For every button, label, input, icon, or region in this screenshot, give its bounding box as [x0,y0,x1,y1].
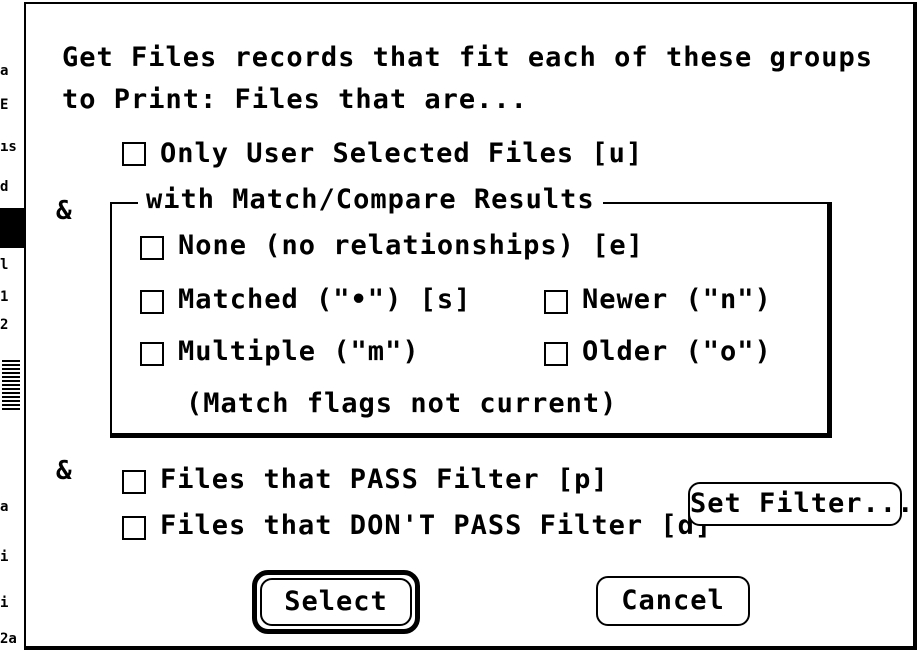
background-window-strip: a E ıs d l 1 2 a i i 2a [0,0,24,652]
and-symbol: & [56,456,73,486]
cancel-button[interactable]: Cancel [596,576,750,626]
background-fragment: d [0,179,9,195]
background-fragment: 2 [0,317,9,333]
newer-checkbox[interactable] [544,290,568,314]
multiple-checkbox[interactable] [140,342,164,366]
match-flags-note: (Match flags not current) [186,388,618,419]
background-selection-bar [0,208,24,248]
background-fragment: 2a [0,631,17,647]
background-fragment: l [0,257,9,273]
pass-filter-checkbox[interactable] [122,470,146,494]
background-fragment: 1 [0,289,9,305]
only-user-selected-label[interactable]: Only User Selected Files [u] [160,138,643,170]
older-checkbox[interactable] [544,342,568,366]
background-fragment: i [0,549,9,565]
dialog-heading-line1: Get Files records that fit each of these… [62,42,874,73]
background-fragment: a [0,63,9,79]
match-compare-group-title: with Match/Compare Results [138,184,603,216]
matched-checkbox[interactable] [140,290,164,314]
multiple-label[interactable]: Multiple ("m") [178,336,420,368]
and-symbol: & [56,196,73,226]
matched-label[interactable]: Matched ("•") [s] [178,284,471,316]
select-button[interactable]: Select [260,578,412,626]
dont-pass-filter-checkbox[interactable] [122,516,146,540]
background-fragment: i [0,595,9,611]
select-files-dialog: Get Files records that fit each of these… [24,2,917,650]
newer-label[interactable]: Newer ("n") [582,284,772,316]
background-hatch [2,360,20,410]
older-label[interactable]: Older ("o") [582,336,772,368]
dialog-heading-line2: to Print: Files that are... [62,84,528,115]
dont-pass-filter-label[interactable]: Files that DON'T PASS Filter [d] [160,510,712,542]
none-label[interactable]: None (no relationships) [e] [178,230,644,262]
background-fragment: E [0,97,9,113]
none-checkbox[interactable] [140,236,164,260]
pass-filter-label[interactable]: Files that PASS Filter [p] [160,464,609,496]
set-filter-button[interactable]: Set Filter... [688,482,913,526]
background-fragment: a [0,499,9,515]
only-user-selected-checkbox[interactable] [122,142,146,166]
background-fragment: ıs [0,139,17,155]
